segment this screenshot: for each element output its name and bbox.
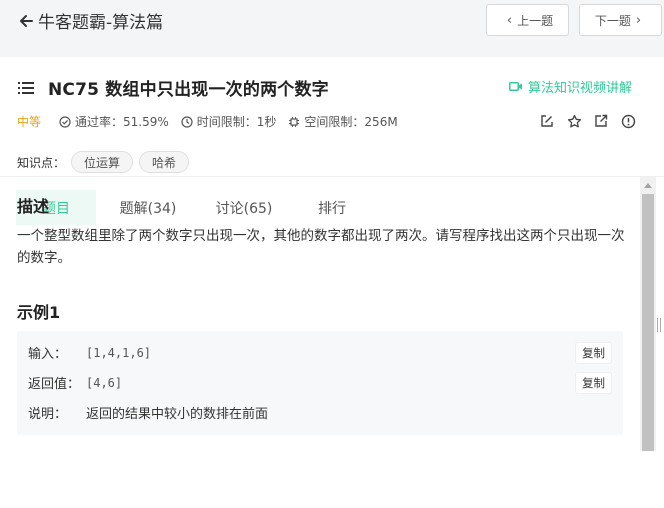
prev-label: 上一题 [517,13,554,28]
input-value: [1,4,1,6] [86,345,152,360]
pass-rate: 通过率：51.59% [59,113,169,130]
top-bar: 牛客题霸-算法篇 ‹ 上一题 下一题 › [0,0,664,44]
prev-problem-button[interactable]: ‹ 上一题 [486,4,569,36]
video-explanation-link[interactable]: 算法知识视频讲解 [509,77,632,96]
pass-rate-text: 通过率：51.59% [75,115,169,129]
video-link-label: 算法知识视频讲解 [528,81,633,96]
example-box: 输入： [1,4,1,6] 复制 返回值： [4,6] 复制 说明： 返回的结果… [17,331,623,435]
tag-hash[interactable]: 哈希 [139,151,190,173]
star-icon[interactable] [566,113,582,129]
tool-icons [539,113,647,129]
back-label: 牛客题霸-算法篇 [38,13,164,33]
next-label: 下一题 [594,13,631,28]
example-input-row: 输入： [1,4,1,6] [28,343,152,363]
time-limit: 时间限制：1秒 [181,113,277,130]
copy-input-button[interactable]: 复制 [575,342,612,364]
copy-output-button[interactable]: 复制 [575,372,612,394]
meta-row: 中等 通过率：51.59% 时间限制：1秒 空间限制：256M [17,113,410,130]
report-icon[interactable] [620,113,636,129]
knowledge-tags: 知识点： 位运算 哈希 [17,151,190,173]
problem-title: NC75 数组中只出现一次的两个数字 [48,80,329,100]
arrow-left-icon [20,14,33,27]
difficulty-badge: 中等 [17,115,42,129]
output-label: 返回值： [28,377,81,392]
description-heading: 描述 [17,197,50,216]
knowledge-label: 知识点： [17,155,66,170]
scroll-up-arrow-icon[interactable] [644,183,652,188]
time-limit-text: 时间限制：1秒 [196,115,277,129]
chevron-left-icon: ‹ [506,12,513,28]
video-camera-icon [509,82,522,91]
next-problem-button[interactable]: 下一题 › [579,4,662,36]
memory-limit-text: 空间限制：256M [304,115,398,129]
list-icon[interactable] [18,81,34,94]
scroll-thumb[interactable] [642,194,654,451]
example-heading: 示例1 [17,303,61,322]
explain-label: 说明： [28,407,68,422]
description-text: 一个整型数组里除了两个数字只出现一次，其他的数字都出现了两次。请写程序找出这两个… [17,228,625,266]
memory-limit: 空间限制：256M [288,113,398,130]
edit-icon[interactable] [539,113,555,129]
title-row: NC75 数组中只出现一次的两个数字 [18,75,329,100]
example-output-row: 返回值： [4,6] [28,373,123,393]
check-circle-icon [59,115,71,128]
explain-text: 返回的结果中较小的数排在前面 [86,407,269,422]
input-label: 输入： [28,347,68,362]
chip-icon [289,116,300,127]
clock-icon [181,115,193,128]
content-scrollbar[interactable] [640,177,656,451]
problem-content: 描述 一个整型数组里除了两个数字只出现一次，其他的数字都出现了两次。请写程序找出… [0,177,640,451]
tag-bit-operation[interactable]: 位运算 [71,151,134,173]
panel-resize-handle[interactable] [657,318,663,332]
output-value: [4,6] [86,375,123,390]
share-icon[interactable] [593,113,609,129]
example-explain-row: 说明： 返回的结果中较小的数排在前面 [28,403,268,422]
chevron-right-icon: › [635,12,642,28]
back-link[interactable]: 牛客题霸-算法篇 [18,8,163,33]
